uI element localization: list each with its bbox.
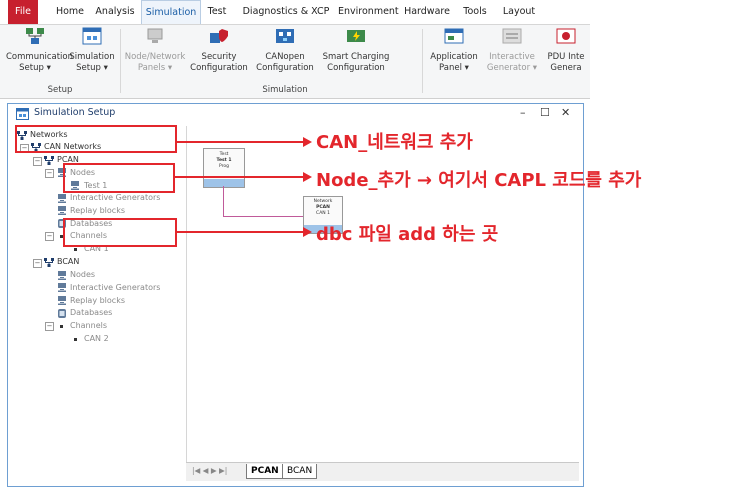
ribbon-separator <box>422 29 423 93</box>
ribbon-group-simulation: Simulation <box>262 85 308 95</box>
tab-pcan[interactable]: PCAN <box>246 464 284 479</box>
pdu-generator-button[interactable]: PDU Inte Genera <box>542 27 590 74</box>
node-network-panels-button[interactable]: Node/Network Panels ▾ <box>124 27 186 74</box>
network-icon <box>44 258 54 267</box>
smart-charging-icon <box>347 30 365 42</box>
network-tabs: |◀ ◀ ▶ ▶| PCAN BCAN <box>186 462 579 481</box>
bullet-icon <box>60 325 63 328</box>
tree-item-bcan-channels[interactable]: Channels <box>70 321 107 331</box>
node-icon <box>58 271 66 280</box>
bus-connector <box>223 186 224 216</box>
bullet-icon <box>74 338 77 341</box>
simulation-setup-window: Simulation Setup – ☐ ✕ Networks − CAN Ne… <box>7 103 584 487</box>
security-configuration-icon <box>210 29 228 43</box>
menu-simulation[interactable]: Simulation <box>141 0 201 24</box>
tree-item-bcan-databases[interactable]: Databases <box>70 308 112 318</box>
node-block-test1[interactable]: Test Test 1 Prog <box>203 148 245 188</box>
node-network-panels-icon <box>147 28 163 43</box>
annotation-arrowhead <box>303 137 312 147</box>
application-panel-icon <box>444 28 464 44</box>
communication-setup-button[interactable]: Communication Setup ▾ <box>6 27 73 74</box>
node-icon <box>58 283 66 292</box>
close-button[interactable]: ✕ <box>561 106 570 119</box>
pdu-generator-icon <box>556 28 576 44</box>
collapse-icon[interactable]: − <box>45 322 54 331</box>
tree-item-bcan-replay-blocks[interactable]: Replay blocks <box>70 296 125 306</box>
collapse-icon[interactable]: − <box>33 157 42 166</box>
collapse-icon[interactable]: − <box>45 232 54 241</box>
menu-tools[interactable]: Tools <box>460 0 490 24</box>
minimize-button[interactable]: – <box>520 106 526 119</box>
menu-diagnostics-xcp[interactable]: Diagnostics & XCP <box>236 0 336 24</box>
tab-navigation[interactable]: |◀ ◀ ▶ ▶| <box>192 466 227 475</box>
tree-item-can2[interactable]: CAN 2 <box>84 334 109 344</box>
tree-item-bcan-nodes[interactable]: Nodes <box>70 270 95 280</box>
annotation-arrow <box>173 176 303 178</box>
smart-charging-configuration-button[interactable]: Smart Charging Configuration <box>320 27 392 74</box>
node-icon <box>58 194 66 203</box>
menu-bar: File Home Analysis Simulation Test Diagn… <box>0 0 590 25</box>
collapse-icon[interactable]: − <box>33 259 42 268</box>
menu-environment[interactable]: Environment <box>338 0 399 24</box>
window-title: Simulation Setup <box>34 107 116 118</box>
canopen-configuration-button[interactable]: CANopen Configuration <box>253 27 317 74</box>
ribbon-separator <box>120 29 121 93</box>
annotation-arrowhead <box>303 227 312 237</box>
simulation-setup-window-icon <box>16 108 29 120</box>
tree-item-bcan-interactive-generators[interactable]: Interactive Generators <box>70 283 160 293</box>
annotation-arrowhead <box>303 172 312 182</box>
annotation-box-nodes <box>63 163 175 193</box>
menu-test[interactable]: Test <box>204 0 230 24</box>
communication-setup-icon <box>26 28 44 44</box>
network-icon <box>44 156 54 165</box>
node-block-port <box>204 179 244 187</box>
bus-connector <box>223 216 303 217</box>
node-icon <box>58 206 66 215</box>
menu-home[interactable]: Home <box>52 0 88 24</box>
simulation-setup-icon <box>82 27 102 45</box>
menu-file[interactable]: File <box>8 0 38 24</box>
tree-item-pcan-replay-blocks[interactable]: Replay blocks <box>70 206 125 216</box>
application-panel-button[interactable]: Application Panel ▾ <box>426 27 482 74</box>
annotation-node: Node_추가 → 여기서 CAPL 코드를 추가 <box>316 170 642 191</box>
window-title-bar[interactable]: Simulation Setup – ☐ ✕ <box>8 104 583 124</box>
annotation-arrow <box>175 231 303 233</box>
annotation-box-networks <box>15 125 177 153</box>
bullet-icon <box>74 248 77 251</box>
tab-bcan[interactable]: BCAN <box>282 464 318 479</box>
annotation-arrow <box>175 141 303 143</box>
ribbon-group-setup: Setup <box>47 85 73 95</box>
simulation-setup-button[interactable]: Simulation Setup ▾ <box>68 27 116 74</box>
menu-analysis[interactable]: Analysis <box>93 0 137 24</box>
menu-layout[interactable]: Layout <box>500 0 538 24</box>
annotation-box-databases <box>63 218 177 247</box>
node-icon <box>58 296 66 305</box>
annotation-can-network: CAN_네트워크 추가 <box>316 132 473 153</box>
interactive-generator-button[interactable]: Interactive Generator ▾ <box>484 27 540 74</box>
canopen-configuration-icon <box>276 29 294 43</box>
ribbon: Communication Setup ▾ Simulation Setup ▾… <box>0 25 590 99</box>
tree-item-pcan-interactive-generators[interactable]: Interactive Generators <box>70 193 160 203</box>
annotation-dbc: dbc 파일 add 하는 곳 <box>316 224 499 245</box>
database-icon <box>58 309 66 318</box>
interactive-generator-icon <box>502 28 522 44</box>
security-configuration-button[interactable]: Security Configuration <box>188 27 250 74</box>
maximize-button[interactable]: ☐ <box>540 106 550 119</box>
menu-hardware[interactable]: Hardware <box>402 0 452 24</box>
tree-item-bcan[interactable]: BCAN <box>57 257 79 267</box>
collapse-icon[interactable]: − <box>45 169 54 178</box>
